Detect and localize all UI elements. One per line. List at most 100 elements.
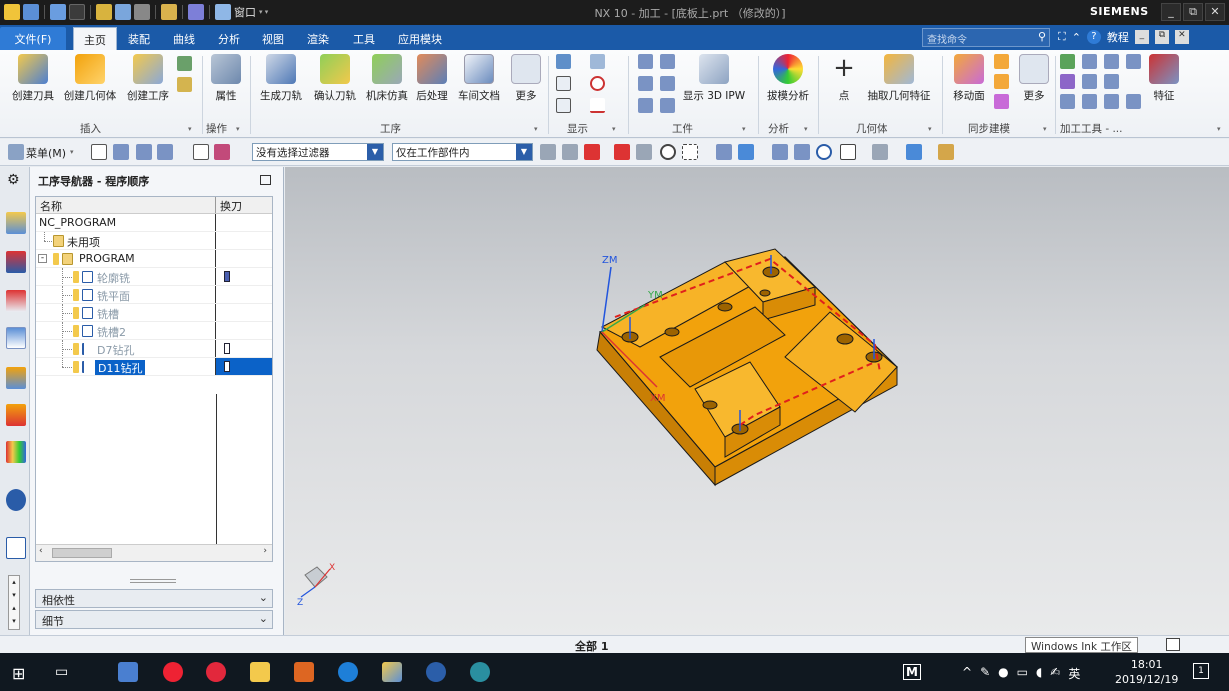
battery-icon[interactable]: ▭: [1017, 665, 1028, 682]
tab-analysis[interactable]: 分析: [208, 27, 250, 50]
display-list-icon[interactable]: [556, 76, 571, 91]
post-process-button[interactable]: 后处理: [412, 54, 452, 103]
hd3d-icon[interactable]: [6, 404, 26, 426]
restore-button[interactable]: ⧉: [1183, 3, 1203, 21]
snap-3-icon[interactable]: [584, 144, 600, 160]
more-process-button[interactable]: 更多: [508, 54, 544, 103]
splitter-handle[interactable]: [130, 579, 176, 583]
tree-row[interactable]: D7钻孔: [36, 340, 272, 358]
collapse-ribbon-icon[interactable]: ⌃: [1072, 31, 1081, 44]
mfg-tool-3-icon[interactable]: [1104, 54, 1119, 69]
scroll-thumb[interactable]: [52, 548, 112, 558]
operation-nav-icon[interactable]: [91, 144, 107, 160]
move-face-button[interactable]: 移动面: [948, 54, 990, 103]
tab-home[interactable]: 主页: [73, 27, 117, 50]
tree-row[interactable]: 铣槽: [36, 304, 272, 322]
sub-minimize-icon[interactable]: _: [1134, 30, 1149, 44]
dependency-panel[interactable]: 相依性 ⌄: [35, 589, 273, 608]
search-input[interactable]: 查找命令 ⚲: [922, 28, 1050, 47]
view-1-icon[interactable]: [716, 144, 732, 160]
tutorial-link[interactable]: 教程: [1107, 29, 1129, 45]
create-method-icon[interactable]: [177, 56, 192, 71]
fit-icon[interactable]: [772, 144, 788, 160]
tab-file[interactable]: 文件(F): [0, 27, 66, 50]
mfg-tool-9-icon[interactable]: [1082, 94, 1097, 109]
chevron-up-icon[interactable]: ^: [962, 665, 972, 682]
tree-row[interactable]: - PROGRAM: [36, 250, 272, 268]
generate-path-button[interactable]: 生成刀轨: [256, 54, 306, 103]
wcs-icon[interactable]: [938, 144, 954, 160]
mfg-tool-10-icon[interactable]: [1104, 94, 1119, 109]
ime-mode[interactable]: M: [903, 664, 921, 680]
create-program-icon[interactable]: [177, 77, 192, 92]
geometry-view-icon[interactable]: [136, 144, 152, 160]
app-9-icon[interactable]: [470, 662, 490, 682]
mfg-tool-6-icon[interactable]: [1082, 74, 1097, 89]
workpiece-2-icon[interactable]: [660, 54, 675, 69]
display-color-icon[interactable]: [590, 54, 605, 69]
ime-label[interactable]: 英: [1068, 665, 1080, 682]
tab-applications[interactable]: 应用模块: [388, 27, 452, 50]
zoom-icon[interactable]: [794, 144, 810, 160]
select-box-icon[interactable]: [682, 144, 698, 160]
edge-icon[interactable]: [338, 662, 358, 682]
tab-view[interactable]: 视图: [252, 27, 294, 50]
workpiece-3-icon[interactable]: [638, 76, 653, 91]
show-3d-ipw-button[interactable]: 显示 3D IPW: [680, 54, 748, 103]
workpiece-4-icon[interactable]: [660, 76, 675, 91]
method-view-icon[interactable]: [157, 144, 173, 160]
ink-icon[interactable]: ✍: [1050, 665, 1060, 682]
nx-taskbar-icon[interactable]: [382, 662, 402, 682]
settings-icon[interactable]: ⚙: [7, 172, 20, 188]
background-icon[interactable]: [906, 144, 922, 160]
minimize-button[interactable]: _: [1161, 3, 1181, 21]
redo-icon[interactable]: [69, 4, 85, 20]
tree-row-selected[interactable]: D11钻孔: [36, 358, 272, 376]
sub-close-icon[interactable]: ✕: [1174, 30, 1189, 44]
window-menu[interactable]: 窗口: [234, 4, 256, 20]
tab-assembly[interactable]: 装配: [118, 27, 160, 50]
pen-icon[interactable]: ✎: [980, 665, 990, 682]
close-button[interactable]: ✕: [1205, 3, 1225, 21]
mfg-tool-1-icon[interactable]: [1060, 54, 1075, 69]
file-explorer-icon[interactable]: [250, 662, 270, 682]
point-button[interactable]: + 点: [826, 54, 862, 103]
touch-mode-icon[interactable]: [188, 4, 204, 20]
operation-tree[interactable]: 名称 换刀 NC_PROGRAM 未用项 - PROGRAM 轮廓铣 铣平面 铣…: [35, 196, 273, 562]
render-style-icon[interactable]: [872, 144, 888, 160]
collapse-toggle-icon[interactable]: -: [38, 254, 47, 263]
repeat-command-icon[interactable]: [161, 4, 177, 20]
workpiece-6-icon[interactable]: [660, 98, 675, 113]
snap-2-icon[interactable]: [562, 144, 578, 160]
tab-tools[interactable]: 工具: [343, 27, 385, 50]
notification-icon[interactable]: 1: [1193, 663, 1209, 679]
reuse-library-icon[interactable]: [6, 367, 26, 389]
palette-icon[interactable]: [6, 441, 26, 463]
snap-5-icon[interactable]: [636, 144, 652, 160]
snap-center-icon[interactable]: [660, 144, 676, 160]
mfg-tool-7-icon[interactable]: [1104, 74, 1119, 89]
cut-icon[interactable]: [96, 4, 112, 20]
draft-analysis-button[interactable]: 拔模分析: [764, 54, 812, 103]
workpiece-1-icon[interactable]: [638, 54, 653, 69]
mfg-tool-2-icon[interactable]: [1082, 54, 1097, 69]
qq-icon[interactable]: [163, 662, 183, 682]
app-8-icon[interactable]: [426, 662, 446, 682]
app-1-icon[interactable]: [118, 662, 138, 682]
part-nav-icon[interactable]: [6, 290, 26, 312]
more-sync-button[interactable]: 更多: [1016, 54, 1052, 103]
sub-restore-icon[interactable]: ⧉: [1154, 30, 1169, 44]
copy-icon[interactable]: [115, 4, 131, 20]
create-tool-button[interactable]: 创建刀具: [8, 54, 58, 103]
selection-filter-select[interactable]: 没有选择过滤器 ▼: [252, 143, 384, 161]
orient-view-icon[interactable]: [840, 144, 856, 160]
display-table-icon[interactable]: [556, 98, 571, 113]
col-name-header[interactable]: 名称: [36, 197, 216, 213]
save-icon[interactable]: [23, 4, 39, 20]
tree-row[interactable]: 轮廓铣: [36, 268, 272, 286]
sync-3-icon[interactable]: [994, 94, 1009, 109]
create-geometry-button[interactable]: 创建几何体: [60, 54, 120, 103]
paste-icon[interactable]: [134, 4, 150, 20]
task-view-icon[interactable]: ▭: [55, 664, 68, 680]
display-curve-icon[interactable]: [590, 98, 605, 113]
